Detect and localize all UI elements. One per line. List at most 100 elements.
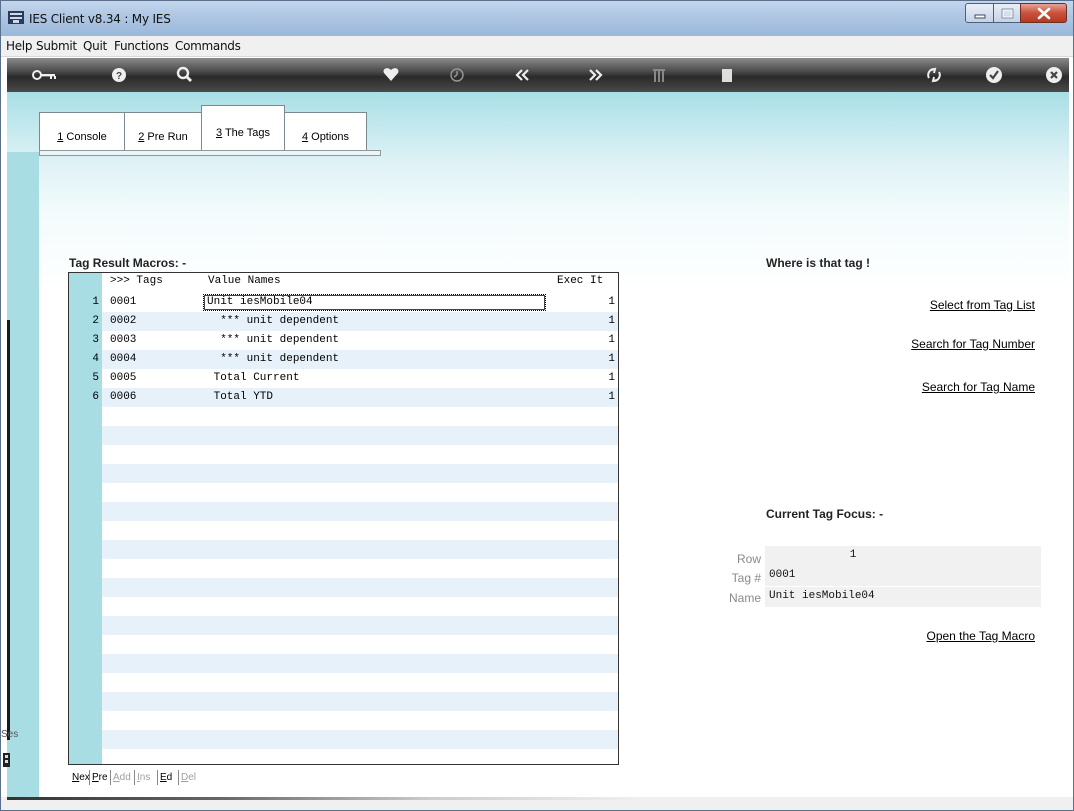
tag-cell[interactable]: 0005 <box>110 372 136 384</box>
value-name-cell[interactable]: *** unit dependent <box>207 315 339 327</box>
value-name-cell[interactable]: Total Current <box>207 372 300 384</box>
title-bar: IES Client v8.34 : My IES <box>1 1 1073 36</box>
table-row[interactable]: 2 0002 *** unit dependent 1 <box>69 312 618 331</box>
table-row[interactable]: 6 0006 Total YTD 1 <box>69 388 618 407</box>
check-icon[interactable] <box>982 58 1006 92</box>
tab-options[interactable]: 4 Options <box>284 112 367 150</box>
nav-separator <box>157 770 158 785</box>
tag-cell[interactable]: 0004 <box>110 353 136 365</box>
table-row[interactable]: 4 0004 *** unit dependent 1 <box>69 350 618 369</box>
key-icon[interactable] <box>27 58 61 92</box>
menu-commands[interactable]: Commands <box>175 39 241 53</box>
value-name-cell[interactable]: Total YTD <box>207 391 273 403</box>
select-from-tag-list-link[interactable]: Select from Tag List <box>930 298 1035 312</box>
tab-pre-run-label: Pre Run <box>144 131 188 143</box>
menu-submit[interactable]: Submit <box>36 39 77 53</box>
exec-it-cell[interactable]: 1 <box>608 296 615 308</box>
exec-it-cell[interactable]: 1 <box>608 391 615 403</box>
table-row[interactable] <box>69 673 618 692</box>
columns-icon[interactable] <box>647 58 671 92</box>
nav-button-1[interactable]: Pre <box>92 772 108 783</box>
table-row[interactable] <box>69 521 618 540</box>
row-background <box>102 483 618 502</box>
table-row[interactable] <box>69 407 618 426</box>
column-header-value-names[interactable]: Value Names <box>208 275 281 292</box>
table-row[interactable] <box>69 502 618 521</box>
table-row[interactable]: 1 0001 Unit iesMobile04 1 <box>69 293 618 312</box>
menu-functions[interactable]: Functions <box>114 39 169 53</box>
nav-button-5[interactable]: Del <box>181 772 196 783</box>
table-row[interactable] <box>69 616 618 635</box>
open-tag-macro-link[interactable]: Open the Tag Macro <box>926 629 1035 643</box>
nav-button-hotkey: A <box>113 772 120 783</box>
row-number: 6 <box>92 391 99 403</box>
table-row[interactable] <box>69 635 618 654</box>
row-background <box>102 616 618 635</box>
exec-it-cell[interactable]: 1 <box>608 334 615 346</box>
nav-separator <box>110 770 111 785</box>
maximize-button[interactable] <box>993 3 1021 23</box>
heart-icon[interactable] <box>379 58 403 92</box>
exec-it-cell[interactable]: 1 <box>608 315 615 327</box>
table-row[interactable]: 5 0005 Total Current 1 <box>69 369 618 388</box>
table-row[interactable] <box>69 445 618 464</box>
row-number: 2 <box>92 315 99 327</box>
exec-it-cell[interactable]: 1 <box>608 353 615 365</box>
nav-button-4[interactable]: Ed <box>160 772 172 783</box>
table-row[interactable] <box>69 711 618 730</box>
row-background <box>102 388 618 407</box>
table-row[interactable] <box>69 540 618 559</box>
forward-icon[interactable] <box>582 58 606 92</box>
menu-quit[interactable]: Quit <box>83 39 107 53</box>
table-row[interactable] <box>69 597 618 616</box>
tab-pre-run[interactable]: 2 Pre Run <box>124 112 202 150</box>
table-row[interactable] <box>69 426 618 445</box>
tag-cell[interactable]: 0003 <box>110 334 136 346</box>
tab-console[interactable]: 1 Console <box>39 112 125 150</box>
left-strip <box>7 152 39 797</box>
tab-the-tags[interactable]: 3 The Tags <box>201 105 285 151</box>
maximize-icon <box>1001 8 1014 19</box>
table-row[interactable] <box>69 464 618 483</box>
where-is-tag-title: Where is that tag ! <box>766 256 871 270</box>
close-icon[interactable] <box>1042 58 1066 92</box>
clock-icon[interactable] <box>445 58 469 92</box>
exec-it-cell[interactable]: 1 <box>608 372 615 384</box>
row-number: 1 <box>92 296 99 308</box>
minimize-button[interactable] <box>965 3 994 23</box>
value-name-cell[interactable]: *** unit dependent <box>207 334 339 346</box>
tag-cell[interactable]: 0006 <box>110 391 136 403</box>
nav-button-2[interactable]: Add <box>113 772 131 783</box>
help-icon[interactable]: ? <box>107 58 131 92</box>
search-icon[interactable] <box>172 58 196 92</box>
table-row[interactable] <box>69 483 618 502</box>
minimize-icon <box>974 14 986 19</box>
nav-button-0[interactable]: Nex <box>72 772 90 783</box>
table-row[interactable] <box>69 692 618 711</box>
row-number: 5 <box>92 372 99 384</box>
name-value: Unit iesMobile04 <box>765 587 1041 607</box>
table-row[interactable] <box>69 730 618 749</box>
search-tag-number-link[interactable]: Search for Tag Number <box>911 337 1035 351</box>
back-icon[interactable] <box>512 58 536 92</box>
tab-options-label: Options <box>308 131 350 143</box>
table-row[interactable]: 3 0003 *** unit dependent 1 <box>69 331 618 350</box>
table-row[interactable] <box>69 559 618 578</box>
value-name-cell[interactable]: *** unit dependent <box>207 353 339 365</box>
nav-button-label: el <box>188 772 197 783</box>
tag-result-macros-title: Tag Result Macros: - <box>69 256 187 270</box>
menu-help[interactable]: Help <box>6 39 32 53</box>
tag-cell[interactable]: 0001 <box>110 296 136 308</box>
column-header-tags[interactable]: >>> Tags <box>110 275 163 292</box>
table-row[interactable] <box>69 578 618 597</box>
column-header-exec-it[interactable]: Exec It <box>557 275 603 292</box>
table-row[interactable] <box>69 654 618 673</box>
page-icon[interactable] <box>715 58 739 92</box>
table-row[interactable] <box>69 749 618 764</box>
nav-button-3[interactable]: Ins <box>137 772 150 783</box>
nav-button-label: ns <box>139 772 151 783</box>
search-tag-name-link[interactable]: Search for Tag Name <box>922 380 1035 394</box>
recycle-icon[interactable] <box>922 58 946 92</box>
close-window-button[interactable] <box>1020 3 1067 23</box>
tag-cell[interactable]: 0002 <box>110 315 136 327</box>
